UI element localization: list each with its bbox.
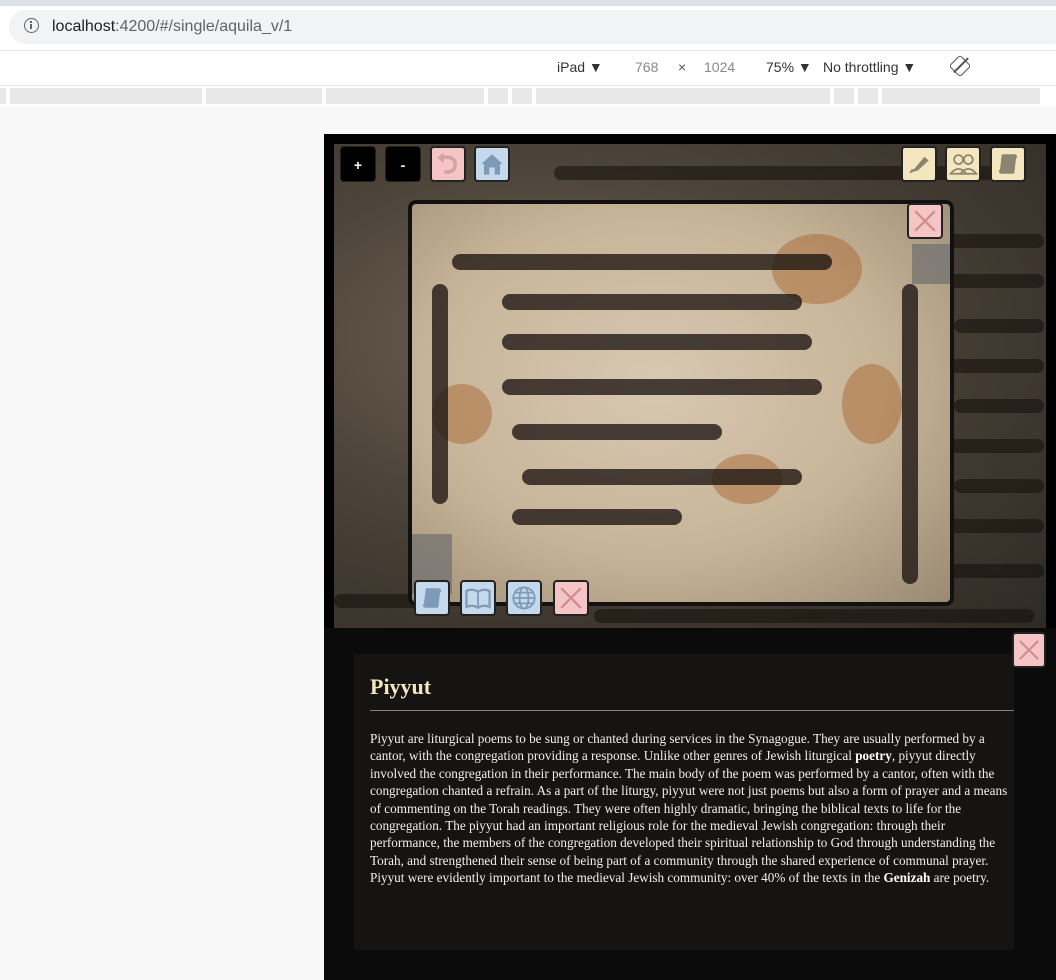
quill-icon (909, 156, 929, 174)
zoom-select[interactable]: 75% ▼ (766, 59, 812, 75)
url-text[interactable]: localhost:4200/#/single/aquila_v/1 (52, 18, 292, 36)
info-body: Piyyut are liturgical poems to be sung o… (370, 730, 1014, 887)
annotate-button[interactable] (901, 146, 937, 182)
omnibox[interactable]: localhost:4200/#/single/aquila_v/1 (9, 10, 1056, 44)
globe-icon (512, 586, 536, 610)
device-select[interactable]: iPad ▼ (557, 59, 603, 75)
close-toolbar-button[interactable] (553, 580, 589, 616)
undo-icon (437, 152, 457, 174)
info-text-part: , piyyut directly involved the congregat… (370, 748, 1008, 886)
info-title: Piyyut (370, 674, 432, 699)
people-icon (948, 154, 979, 175)
info-bold-term: Genizah (883, 870, 931, 886)
address-bar: localhost:4200/#/single/aquila_v/1 (0, 6, 1056, 50)
home-icon (481, 154, 503, 175)
throttling-select[interactable]: No throttling ▼ (823, 59, 916, 75)
book-icon (465, 588, 491, 610)
open-book-button[interactable] (460, 580, 496, 616)
fragment-zoom-popup (408, 200, 954, 606)
scroll-icon (422, 588, 442, 608)
home-button[interactable] (474, 146, 510, 182)
globe-button[interactable] (506, 580, 542, 616)
close-icon (914, 210, 936, 232)
scroll-icon (998, 154, 1018, 174)
title-divider (370, 710, 1014, 711)
device-width-input[interactable]: 768 (635, 59, 658, 75)
info-panel: Piyyut Piyyut are liturgical poems to be… (324, 628, 1056, 980)
fragment-scroll-button[interactable] (414, 580, 450, 616)
close-info-button[interactable] (1012, 632, 1046, 668)
device-viewport: + - Piyyut Piyyut are liturgical poems t… (324, 134, 1056, 980)
media-query-ruler[interactable] (0, 86, 1056, 106)
close-popup-button[interactable] (907, 203, 943, 239)
site-info-icon[interactable] (24, 18, 39, 33)
device-toolbar: iPad ▼ 768 × 1024 75% ▼ No throttling ▼ (0, 50, 1056, 86)
zoom-out-button[interactable]: - (385, 146, 421, 182)
zoom-in-button[interactable]: + (340, 146, 376, 182)
url-path: :4200/#/single/aquila_v/1 (115, 18, 293, 35)
device-height-input[interactable]: 1024 (704, 59, 735, 75)
info-bold-term: poetry (855, 748, 892, 764)
scroll-button[interactable] (990, 146, 1026, 182)
info-card: Piyyut Piyyut are liturgical poems to be… (354, 654, 1014, 950)
url-host: localhost (52, 18, 116, 35)
info-text-part: are poetry. (930, 870, 990, 886)
close-icon (560, 587, 582, 609)
close-icon (1019, 640, 1039, 660)
manuscript-fragment-image (412, 204, 950, 602)
people-button[interactable] (945, 146, 981, 182)
dimension-separator: × (678, 59, 687, 75)
undo-button[interactable] (430, 146, 466, 182)
rotate-icon[interactable] (948, 54, 972, 78)
